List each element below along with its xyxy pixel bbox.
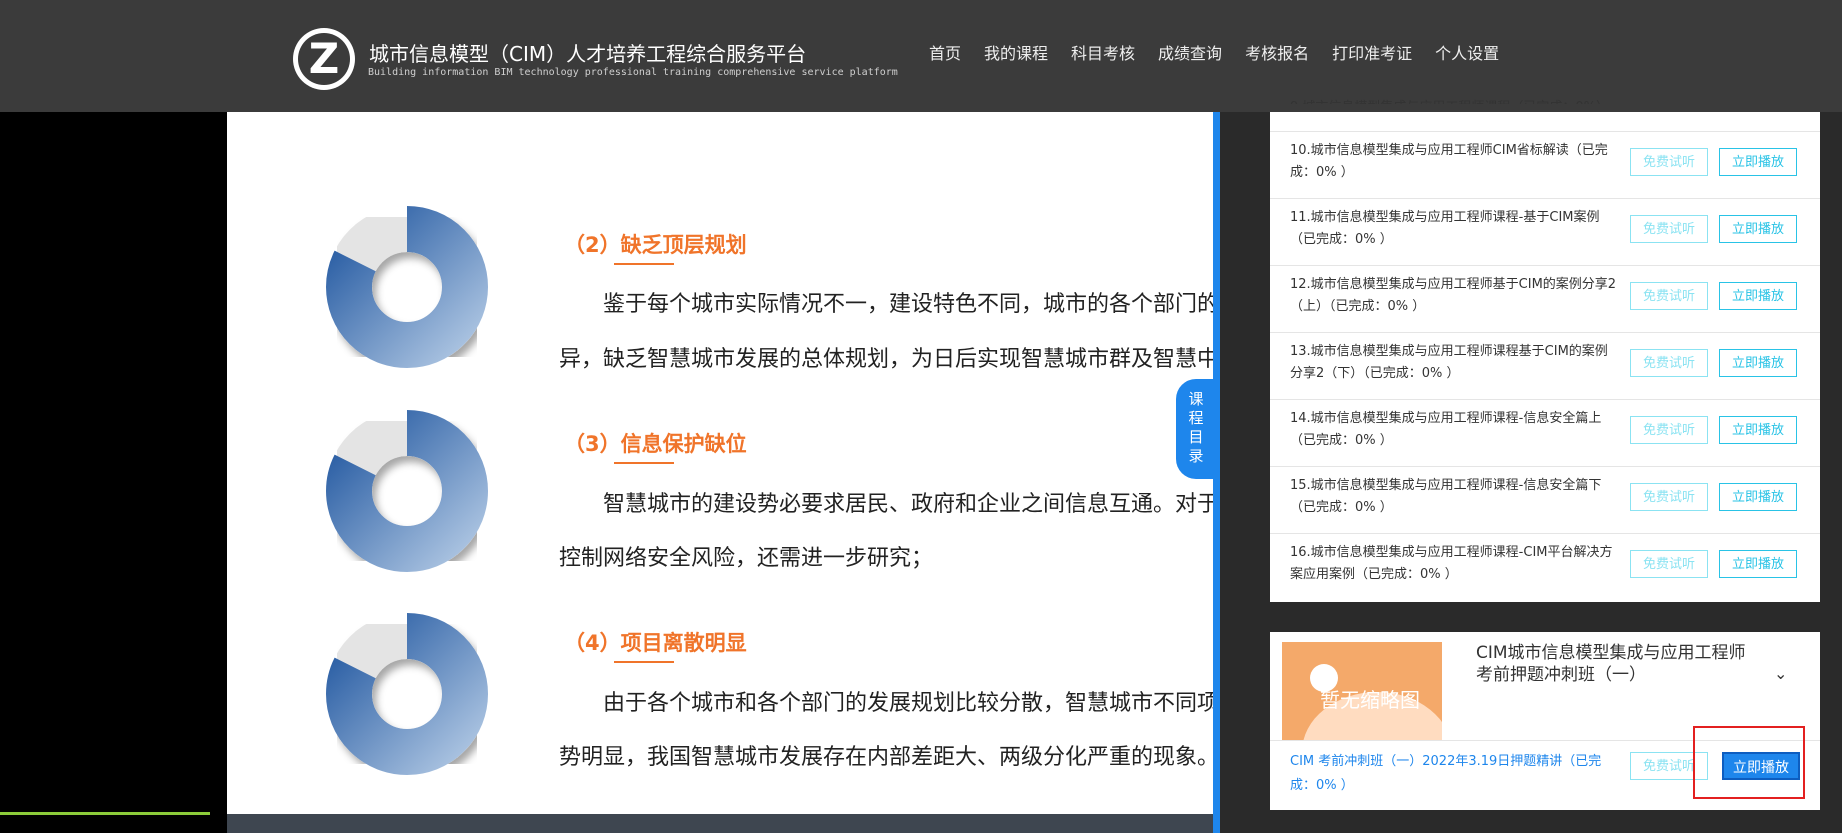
- nav-print-admission[interactable]: 打印准考证: [1332, 40, 1412, 64]
- play-now-button[interactable]: 立即播放: [1719, 349, 1797, 377]
- course-catalog-label: 课程目录: [1188, 390, 1204, 465]
- highlight-box: [1693, 726, 1805, 799]
- logo-letter: Z: [308, 34, 340, 83]
- section-heading: （4）项目离散明显: [564, 627, 747, 663]
- panel-divider: [1213, 112, 1220, 833]
- play-now-button[interactable]: 立即播放: [1719, 416, 1797, 444]
- course-item: 16.城市信息模型集成与应用工程师课程-CIM平台解决方案应用案例（已完成：0%…: [1270, 534, 1820, 600]
- course-title: 16.城市信息模型集成与应用工程师课程-CIM平台解决方案应用案例（已完成：0%…: [1290, 545, 1613, 582]
- slide-text-line: 智慧城市的建设势必要求居民、政府和企业之间信息互通。对于: [559, 492, 1213, 517]
- nav-personal-settings[interactable]: 个人设置: [1435, 40, 1499, 64]
- nav-exam-registration[interactable]: 考核报名: [1245, 40, 1309, 64]
- course-item: 14.城市信息模型集成与应用工程师课程-信息安全篇上（已完成：0% ） 免费试听…: [1270, 400, 1820, 466]
- course-item: 10.城市信息模型集成与应用工程师CIM省标解读（已完成：0% ） 免费试听 立…: [1270, 132, 1820, 198]
- free-trial-button[interactable]: 免费试听: [1630, 349, 1708, 377]
- free-trial-button[interactable]: 免费试听: [1630, 215, 1708, 243]
- section-heading: （3）信息保护缺位: [564, 428, 747, 464]
- free-trial-button[interactable]: 免费试听: [1630, 550, 1708, 578]
- course-catalog-tab[interactable]: 课程目录: [1176, 379, 1214, 479]
- site-subtitle: Building information BIM technology prof…: [368, 67, 898, 78]
- play-now-button[interactable]: 立即播放: [1719, 550, 1797, 578]
- free-trial-button[interactable]: 免费试听: [1630, 282, 1708, 310]
- course-item: 13.城市信息模型集成与应用工程师课程基于CIM的案例分享2（下）（已完成：0%…: [1270, 333, 1820, 399]
- nav-score-query[interactable]: 成绩查询: [1158, 40, 1222, 64]
- site-logo[interactable]: Z: [293, 28, 355, 90]
- course-title: 10.城市信息模型集成与应用工程师CIM省标解读（已完成：0% ）: [1290, 143, 1608, 180]
- course-title: 14.城市信息模型集成与应用工程师课程-信息安全篇上（已完成：0% ）: [1290, 411, 1602, 448]
- slide-text-line: 由于各个城市和各个部门的发展规划比较分散，智慧城市不同项: [559, 691, 1213, 716]
- course-title: 12.城市信息模型集成与应用工程师基于CIM的案例分享2（上）（已完成：0% ）: [1290, 277, 1617, 314]
- play-now-button[interactable]: 立即播放: [1719, 282, 1797, 310]
- donut-graphic-1: [326, 206, 488, 368]
- course-item: 12.城市信息模型集成与应用工程师基于CIM的案例分享2（上）（已完成：0% ）…: [1270, 266, 1820, 332]
- package-lesson-title[interactable]: CIM 考前冲刺班（一）2022年3.19日押题精讲（已完成：0% ）: [1290, 750, 1620, 798]
- video-slide[interactable]: （2）缺乏顶层规划 鉴于每个城市实际情况不一，建设特色不同，城市的各个部门的 异…: [227, 112, 1213, 814]
- package-title[interactable]: CIM城市信息模型集成与应用工程师考前押题冲刺班（一）: [1476, 642, 1746, 686]
- nav-subject-exam[interactable]: 科目考核: [1071, 40, 1135, 64]
- free-trial-button[interactable]: 免费试听: [1630, 148, 1708, 176]
- donut-graphic-3: [326, 613, 488, 775]
- section-heading: （2）缺乏顶层规划: [564, 229, 747, 265]
- slide-text-line: 鉴于每个城市实际情况不一，建设特色不同，城市的各个部门的: [559, 292, 1213, 317]
- course-title: 11.城市信息模型集成与应用工程师课程-基于CIM案例（已完成：0% ）: [1290, 210, 1600, 247]
- nav-my-courses[interactable]: 我的课程: [984, 40, 1048, 64]
- free-trial-button[interactable]: 免费试听: [1630, 416, 1708, 444]
- chevron-down-icon[interactable]: ⌄: [1774, 664, 1787, 683]
- thumbnail-placeholder-text: 暂无缩略图: [1320, 688, 1420, 712]
- package-thumbnail[interactable]: 暂无缩略图: [1282, 642, 1442, 740]
- course-item: 15.城市信息模型集成与应用工程师课程-信息安全篇下（已完成：0% ） 免费试听…: [1270, 467, 1820, 533]
- course-title: 13.城市信息模型集成与应用工程师课程基于CIM的案例分享2（下）（已完成：0%…: [1290, 344, 1608, 381]
- nav-home[interactable]: 首页: [929, 40, 961, 64]
- main-nav: 首页 我的课程 科目考核 成绩查询 考核报名 打印准考证 个人设置: [929, 40, 1522, 64]
- site-title: 城市信息模型（CIM）人才培养工程综合服务平台: [369, 42, 807, 66]
- play-now-button[interactable]: 立即播放: [1719, 483, 1797, 511]
- slide-text-line: 控制网络安全风险，还需进一步研究；: [559, 546, 934, 571]
- slide-text-line: 势明显，我国智慧城市发展存在内部差距大、两级分化严重的现象。: [559, 745, 1213, 770]
- course-item: 11.城市信息模型集成与应用工程师课程-基于CIM案例（已完成：0% ） 免费试…: [1270, 199, 1820, 265]
- donut-graphic-2: [326, 410, 488, 572]
- play-now-button[interactable]: 立即播放: [1719, 148, 1797, 176]
- slide-text-line: 异，缺乏智慧城市发展的总体规划，为日后实现智慧城市群及智慧中: [559, 347, 1213, 372]
- video-control-bar[interactable]: [227, 814, 1213, 833]
- video-progress-bar[interactable]: [0, 812, 210, 815]
- course-title: 15.城市信息模型集成与应用工程师课程-信息安全篇下（已完成：0% ）: [1290, 478, 1602, 515]
- free-trial-button[interactable]: 免费试听: [1630, 483, 1708, 511]
- top-header: Z 城市信息模型（CIM）人才培养工程综合服务平台 Building infor…: [0, 0, 1842, 112]
- play-now-button[interactable]: 立即播放: [1719, 215, 1797, 243]
- video-letterbox: [0, 112, 227, 833]
